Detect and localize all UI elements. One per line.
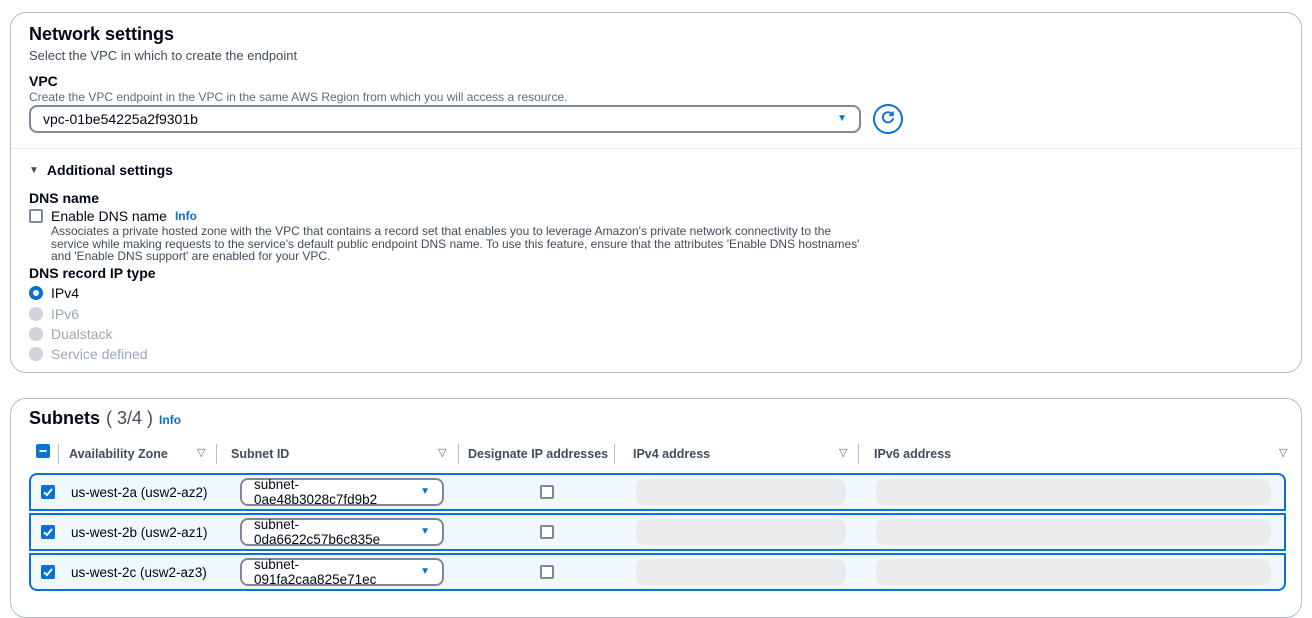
sort-icon-subnet-id[interactable]: ▽ [438, 446, 446, 459]
network-settings-subtitle: Select the VPC in which to create the en… [29, 48, 297, 63]
subnet-id-value: subnet-091fa2caa825e71ec [254, 557, 420, 587]
availability-zone-cell: us-west-2a (usw2-az2) [71, 475, 208, 509]
radio-selected-icon [29, 286, 43, 300]
sort-icon-availability-zone[interactable]: ▽ [197, 446, 205, 459]
dns-name-description: Associates a private hosted zone with th… [51, 225, 865, 263]
ipv6-address-field-disabled [876, 479, 1271, 505]
radio-option-service-defined: Service defined [29, 346, 148, 362]
table-row[interactable]: us-west-2a (usw2-az2) subnet-0ae48b3028c… [29, 473, 1286, 511]
radio-disabled-icon [29, 327, 43, 341]
select-all-checkbox[interactable] [36, 444, 50, 458]
radio-label-dualstack: Dualstack [51, 326, 112, 342]
ipv6-address-field-disabled [876, 519, 1271, 545]
subnet-id-select[interactable]: subnet-091fa2caa825e71ec ▼ [240, 558, 444, 586]
col-ipv4-address: IPv4 address [633, 447, 710, 461]
radio-option-ipv4[interactable]: IPv4 [29, 285, 79, 301]
network-settings-panel: Network settings Select the VPC in which… [10, 12, 1302, 373]
refresh-button[interactable] [873, 104, 903, 134]
col-designate-ip: Designate IP addresses [468, 447, 608, 461]
designate-ip-checkbox[interactable] [540, 565, 554, 579]
radio-label-ipv4: IPv4 [51, 285, 79, 301]
vpc-select-value: vpc-01be54225a2f9301b [43, 111, 198, 127]
vpc-select[interactable]: vpc-01be54225a2f9301b ▼ [29, 105, 861, 133]
row-select-checkbox[interactable] [41, 485, 55, 499]
ipv6-address-field-disabled [876, 559, 1271, 585]
additional-settings-label: Additional settings [47, 162, 173, 178]
dns-name-info-link[interactable]: Info [175, 209, 197, 223]
header-divider [458, 444, 459, 464]
radio-disabled-icon [29, 347, 43, 361]
header-divider [216, 444, 217, 464]
chevron-down-icon: ▼ [420, 487, 430, 497]
additional-settings-expander[interactable]: ▼ Additional settings [29, 162, 173, 178]
col-availability-zone: Availability Zone [69, 447, 168, 461]
chevron-down-icon: ▼ [420, 527, 430, 537]
ipv4-address-field-disabled [636, 479, 846, 505]
row-select-checkbox[interactable] [41, 565, 55, 579]
network-settings-title: Network settings [29, 24, 174, 45]
header-divider [614, 444, 615, 464]
enable-dns-name-checkbox[interactable] [29, 209, 43, 223]
ipv4-address-field-disabled [636, 559, 846, 585]
subnet-id-value: subnet-0da6622c57b6c835e [254, 517, 420, 547]
dns-name-label: DNS name [29, 190, 99, 206]
radio-label-ipv6: IPv6 [51, 306, 79, 322]
ipv4-address-field-disabled [636, 519, 846, 545]
radio-option-ipv6: IPv6 [29, 306, 79, 322]
section-divider [11, 148, 1301, 149]
availability-zone-cell: us-west-2b (usw2-az1) [71, 515, 208, 549]
subnets-info-link[interactable]: Info [159, 413, 181, 427]
chevron-down-icon: ▼ [837, 114, 847, 124]
enable-dns-name-label: Enable DNS name [51, 208, 167, 224]
vpc-description: Create the VPC endpoint in the VPC in th… [29, 90, 567, 104]
sort-icon-ipv4[interactable]: ▽ [839, 446, 847, 459]
subnets-count: ( 3/4 ) [106, 408, 153, 429]
header-divider [858, 444, 859, 464]
radio-disabled-icon [29, 307, 43, 321]
designate-ip-checkbox[interactable] [540, 485, 554, 499]
sort-icon-ipv6[interactable]: ▽ [1279, 446, 1287, 459]
designate-ip-checkbox[interactable] [540, 525, 554, 539]
subnet-id-value: subnet-0ae48b3028c7fd9b2 [254, 477, 420, 507]
col-subnet-id: Subnet ID [231, 447, 289, 461]
subnets-title: Subnets [29, 408, 100, 429]
chevron-down-icon: ▼ [420, 567, 430, 577]
subnet-id-select[interactable]: subnet-0ae48b3028c7fd9b2 ▼ [240, 478, 444, 506]
table-row[interactable]: us-west-2b (usw2-az1) subnet-0da6622c57b… [29, 513, 1286, 551]
header-divider [58, 444, 59, 464]
row-select-checkbox[interactable] [41, 525, 55, 539]
availability-zone-cell: us-west-2c (usw2-az3) [71, 555, 207, 589]
expander-caret-icon: ▼ [29, 165, 39, 176]
vpc-label: VPC [29, 73, 58, 89]
radio-option-dualstack: Dualstack [29, 326, 112, 342]
subnet-id-select[interactable]: subnet-0da6622c57b6c835e ▼ [240, 518, 444, 546]
refresh-icon [880, 110, 896, 129]
table-row[interactable]: us-west-2c (usw2-az3) subnet-091fa2caa82… [29, 553, 1286, 591]
dns-record-ip-type-label: DNS record IP type [29, 265, 156, 281]
col-ipv6-address: IPv6 address [874, 447, 951, 461]
subnets-panel: Subnets ( 3/4 ) Info Availability Zone ▽… [10, 398, 1302, 618]
radio-label-service-defined: Service defined [51, 346, 148, 362]
